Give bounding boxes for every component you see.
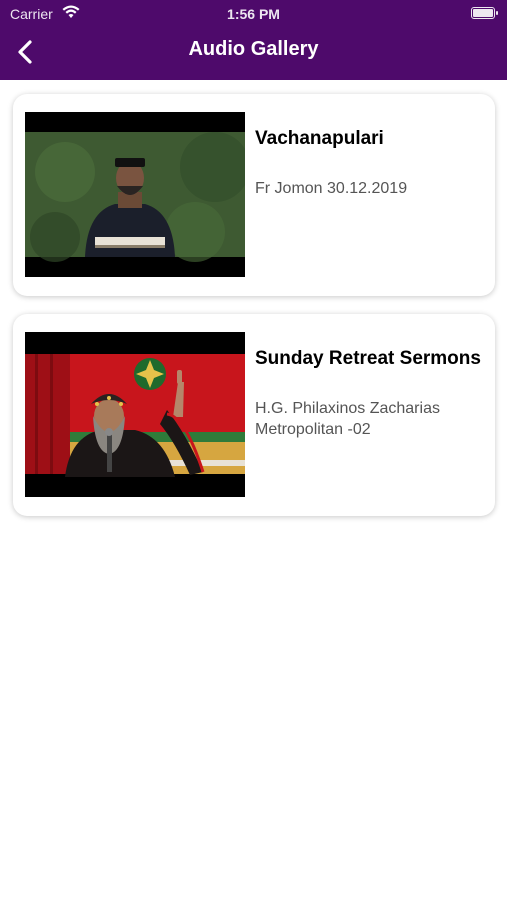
video-thumbnail — [25, 112, 245, 277]
card-title: Vachanapulari — [255, 128, 384, 149]
card-title: Sunday Retreat Sermons — [255, 348, 481, 369]
video-thumbnail — [25, 332, 245, 497]
status-bar: Carrier 1:56 PM — [0, 0, 507, 28]
gallery-card[interactable]: Vachanapulari Fr Jomon 30.12.2019 — [13, 94, 495, 296]
status-time: 1:56 PM — [227, 6, 280, 22]
card-subtitle: Fr Jomon 30.12.2019 — [255, 180, 408, 197]
card-subtitle: H.G. Philaxinos Zacharias Metropolitan -… — [255, 400, 440, 438]
navigation-bar: Carrier 1:56 PM Audio Gallery — [0, 0, 507, 80]
battery-icon — [471, 7, 498, 19]
page-title: Audio Gallery — [188, 38, 319, 60]
gallery-card[interactable]: Sunday Retreat Sermons H.G. Philaxinos Z… — [13, 314, 495, 516]
